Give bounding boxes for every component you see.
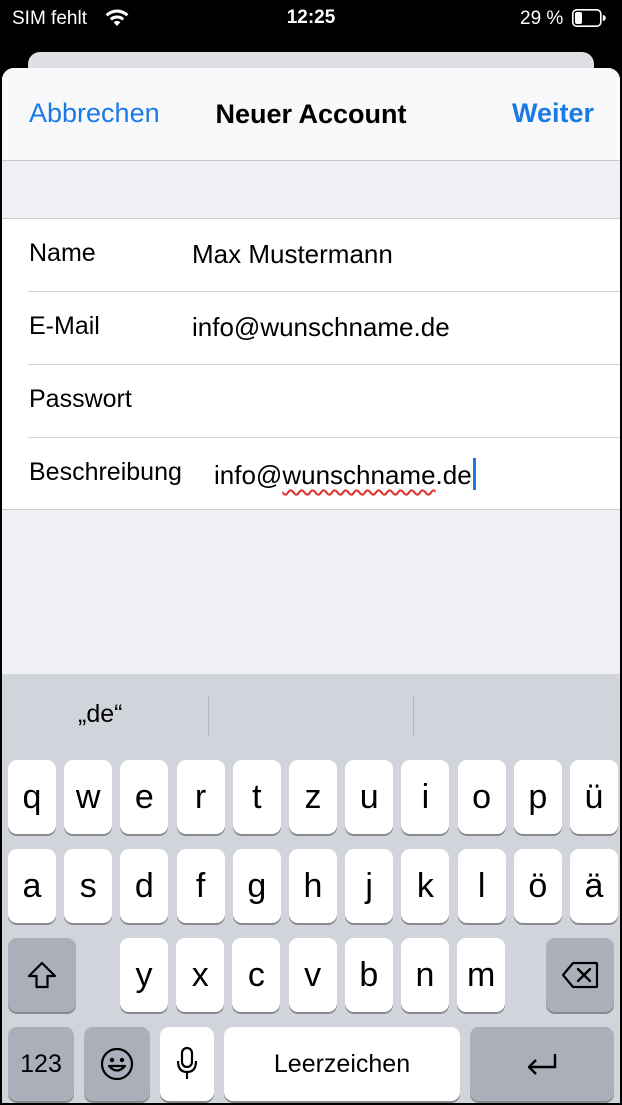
password-field[interactable] bbox=[192, 379, 602, 423]
key-r[interactable]: r bbox=[176, 760, 225, 834]
next-button[interactable]: Weiter bbox=[512, 98, 594, 129]
key-g[interactable]: g bbox=[232, 849, 281, 923]
microphone-icon bbox=[176, 1046, 198, 1082]
description-field[interactable]: info@wunschname.de bbox=[214, 458, 476, 491]
navigation-bar: Abbrechen Neuer Account Weiter bbox=[2, 68, 620, 161]
keyboard: „de“ qwertzuiopü asdfghjklöä yxcvbnm 123… bbox=[2, 674, 620, 1103]
key-u[interactable]: u bbox=[345, 760, 394, 834]
key-e[interactable]: e bbox=[120, 760, 169, 834]
dictation-key[interactable] bbox=[160, 1027, 214, 1101]
numbers-key[interactable]: 123 bbox=[8, 1027, 74, 1101]
key-ä[interactable]: ä bbox=[570, 849, 618, 923]
return-key[interactable] bbox=[470, 1027, 614, 1101]
key-m[interactable]: m bbox=[457, 938, 506, 1012]
return-icon bbox=[525, 1052, 559, 1076]
name-field[interactable]: Max Mustermann bbox=[192, 239, 393, 270]
key-v[interactable]: v bbox=[288, 938, 337, 1012]
key-p[interactable]: p bbox=[513, 760, 562, 834]
suggestion-1[interactable]: „de“ bbox=[2, 674, 208, 754]
cancel-button[interactable]: Abbrechen bbox=[29, 98, 160, 129]
key-d[interactable]: d bbox=[120, 849, 169, 923]
description-text-prefix: info@ bbox=[214, 460, 283, 490]
key-x[interactable]: x bbox=[176, 938, 225, 1012]
status-bar: SIM fehlt 12:25 29 % bbox=[0, 0, 622, 42]
battery-icon bbox=[572, 9, 606, 27]
key-o[interactable]: o bbox=[457, 760, 506, 834]
key-a[interactable]: a bbox=[8, 849, 56, 923]
suggestion-bar: „de“ bbox=[2, 674, 620, 754]
key-l[interactable]: l bbox=[457, 849, 506, 923]
key-s[interactable]: s bbox=[64, 849, 113, 923]
space-key[interactable]: Leerzeichen bbox=[224, 1027, 460, 1101]
key-j[interactable]: j bbox=[345, 849, 394, 923]
key-k[interactable]: k bbox=[401, 849, 450, 923]
name-label: Name bbox=[29, 239, 96, 267]
description-text-suffix: .de bbox=[435, 460, 472, 490]
backspace-key[interactable] bbox=[546, 938, 614, 1012]
key-f[interactable]: f bbox=[176, 849, 225, 923]
key-w[interactable]: w bbox=[64, 760, 113, 834]
key-q[interactable]: q bbox=[8, 760, 56, 834]
email-row[interactable]: E-Mail info@wunschname.de bbox=[28, 292, 620, 365]
key-t[interactable]: t bbox=[232, 760, 281, 834]
key-c[interactable]: c bbox=[232, 938, 281, 1012]
misspelled-word[interactable]: wunschname bbox=[282, 460, 435, 490]
key-h[interactable]: h bbox=[289, 849, 337, 923]
emoji-icon bbox=[100, 1047, 134, 1081]
name-row[interactable]: Name Max Mustermann bbox=[28, 219, 620, 292]
password-label: Passwort bbox=[29, 385, 132, 413]
battery-percentage: 29 % bbox=[520, 8, 564, 29]
text-cursor bbox=[472, 458, 476, 490]
email-label: E-Mail bbox=[29, 312, 100, 340]
backspace-icon bbox=[561, 961, 599, 989]
key-ü[interactable]: ü bbox=[570, 760, 618, 834]
suggestion-2[interactable] bbox=[208, 674, 414, 754]
key-z[interactable]: z bbox=[289, 760, 337, 834]
password-row[interactable]: Passwort bbox=[28, 365, 620, 438]
key-b[interactable]: b bbox=[344, 938, 393, 1012]
key-i[interactable]: i bbox=[401, 760, 450, 834]
key-y[interactable]: y bbox=[120, 938, 168, 1012]
key-n[interactable]: n bbox=[401, 938, 449, 1012]
emoji-key[interactable] bbox=[84, 1027, 150, 1101]
shift-icon bbox=[26, 960, 58, 990]
key-ö[interactable]: ö bbox=[513, 849, 562, 923]
description-label: Beschreibung bbox=[29, 458, 182, 486]
suggestion-3[interactable] bbox=[414, 674, 620, 754]
account-form: Name Max Mustermann E-Mail info@wunschna… bbox=[2, 218, 620, 510]
shift-key[interactable] bbox=[8, 938, 76, 1012]
email-field[interactable]: info@wunschname.de bbox=[192, 312, 450, 343]
description-row[interactable]: Beschreibung info@wunschname.de bbox=[28, 438, 620, 509]
